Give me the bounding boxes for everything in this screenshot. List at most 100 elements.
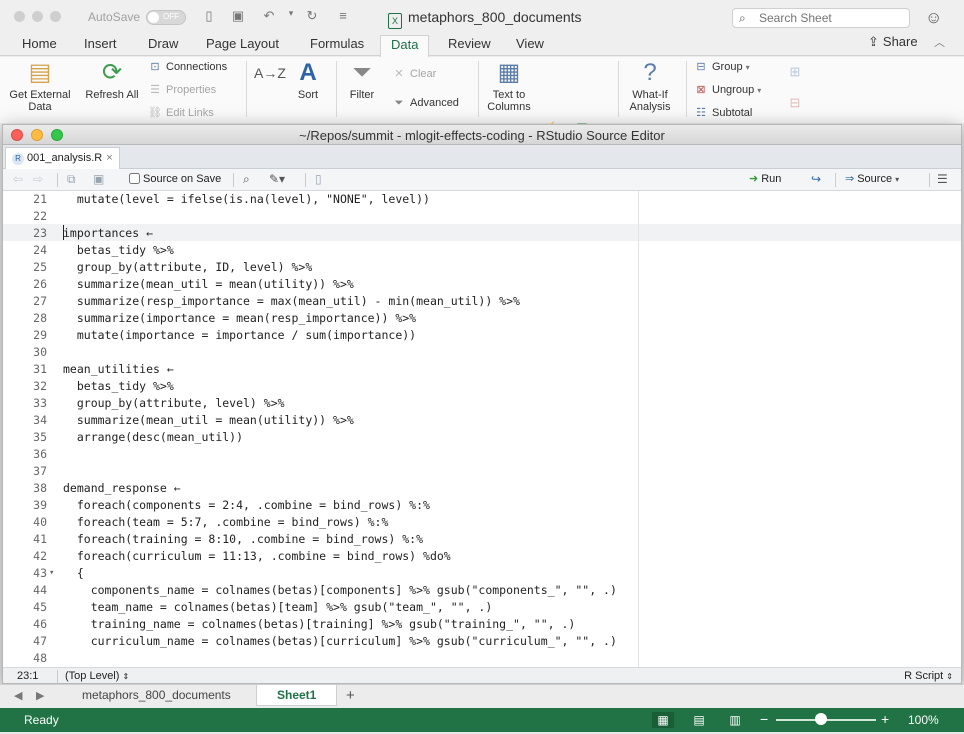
code-line[interactable]: 22 [3, 208, 961, 225]
refresh-all-button[interactable]: ⟳ Refresh All [84, 57, 140, 101]
code-line[interactable]: 31 mean_utilities ← [3, 361, 961, 378]
tab-insert[interactable]: Insert [74, 35, 127, 57]
code-line[interactable]: 34 summarize(mean_util = mean(utility)) … [3, 412, 961, 429]
autosave-toggle[interactable]: OFF [146, 10, 186, 25]
window-minimize-dot[interactable] [32, 11, 43, 22]
code-line[interactable]: 48 [3, 650, 961, 667]
sheet-tab-sheet1[interactable]: Sheet1 [256, 685, 338, 706]
zoom-in-button[interactable]: + [881, 711, 889, 727]
sheet-prev-icon[interactable]: ◀ [14, 689, 22, 702]
advanced-filter-button[interactable]: ⏷ Advanced [392, 97, 459, 110]
code-line[interactable]: 41 foreach(training = 8:10, .combine = b… [3, 531, 961, 548]
show-in-window-icon[interactable]: ⧉ [67, 172, 76, 187]
code-line[interactable]: 33 group_by(attribute, level) %>% [3, 395, 961, 412]
code-line[interactable]: 44 components_name = colnames(betas)[com… [3, 582, 961, 599]
document-outline-icon[interactable]: ☰ [937, 172, 948, 186]
sheet-tab-metaphors[interactable]: metaphors_800_documents [72, 685, 241, 706]
sheet-next-icon[interactable]: ▶ [36, 689, 44, 702]
customize-toolbar-icon[interactable]: ≡ [334, 8, 352, 24]
forward-arrow-icon[interactable]: ⇨ [33, 172, 43, 186]
normal-view-icon[interactable]: ▦ [652, 712, 674, 728]
code-line[interactable]: 43 ▾ { [3, 565, 961, 582]
save-file-icon[interactable]: ▣ [93, 172, 104, 186]
code-line[interactable]: 47 curriculum_name = colnames(betas)[cur… [3, 633, 961, 650]
code-line[interactable]: 37 [3, 463, 961, 480]
code-tools-wand-icon[interactable]: ✎▾ [269, 172, 285, 186]
code-line[interactable]: 24 betas_tidy %>% [3, 242, 961, 259]
source-button[interactable]: ⇒ Source ▾ [845, 172, 899, 185]
page-break-view-icon[interactable]: ▥ [724, 712, 746, 728]
tab-page-layout[interactable]: Page Layout [196, 35, 289, 57]
share-button[interactable]: ⇪ Share [868, 34, 918, 50]
file-type-selector[interactable]: R Script ⇕ [904, 670, 953, 682]
code-line[interactable]: 29 mutate(importance = importance / sum(… [3, 327, 961, 344]
sort-button[interactable]: A Sort [288, 57, 328, 101]
code-line[interactable]: 28 summarize(importance = mean(resp_impo… [3, 310, 961, 327]
save-icon[interactable]: ▣ [229, 8, 247, 24]
connections-button[interactable]: ⊡ Connections [148, 60, 227, 73]
feedback-smiley-icon[interactable]: ☺ [925, 8, 942, 28]
collapse-ribbon-icon[interactable]: ︿ [934, 34, 945, 50]
window-close-dot[interactable] [14, 11, 25, 22]
source-dropdown-icon[interactable]: ▾ [895, 175, 899, 184]
ungroup-button[interactable]: ⊠ Ungroup ▾ [694, 83, 761, 96]
code-line[interactable]: 21 mutate(level = ifelse(is.na(level), "… [3, 191, 961, 208]
rerun-icon[interactable]: ↪ [811, 172, 821, 186]
tab-view[interactable]: View [506, 35, 554, 57]
run-button[interactable]: ➜ Run [749, 172, 781, 185]
code-line[interactable]: 36 [3, 446, 961, 463]
edit-links-button[interactable]: ⛓ Edit Links [148, 106, 214, 119]
undo-icon[interactable]: ↶ [260, 8, 278, 24]
sidebar-toggle-icon[interactable]: ▯ [200, 8, 218, 24]
properties-button[interactable]: ☰ Properties [148, 83, 216, 96]
zoom-slider-knob[interactable] [815, 713, 827, 725]
get-external-data-button[interactable]: ▤ Get External Data [6, 57, 74, 113]
subtotal-button[interactable]: ☷ Subtotal [694, 106, 752, 119]
redo-icon[interactable]: ↻ [303, 8, 321, 24]
tab-home[interactable]: Home [12, 35, 67, 57]
code-line[interactable]: 32 betas_tidy %>% [3, 378, 961, 395]
code-editor[interactable]: 21 mutate(level = ifelse(is.na(level), "… [3, 191, 961, 667]
what-if-analysis-button[interactable]: ? What-If Analysis [624, 57, 676, 113]
find-replace-icon[interactable]: ⌕ [243, 172, 250, 187]
add-sheet-button[interactable]: + [346, 687, 355, 704]
source-on-save-option[interactable]: Source on Save [129, 173, 221, 185]
window-zoom-dot[interactable] [50, 11, 61, 22]
code-line[interactable]: 30 [3, 344, 961, 361]
undo-dropdown-icon[interactable]: ▾ [282, 8, 300, 24]
text-to-columns-button[interactable]: ▦ Text to Columns [484, 57, 534, 113]
code-line[interactable]: 46 training_name = colnames(betas)[train… [3, 616, 961, 633]
code-line[interactable]: 27 summarize(resp_importance = max(mean_… [3, 293, 961, 310]
group-button[interactable]: ⊟ Group ▾ [694, 60, 749, 73]
sort-az-button[interactable]: A→Z [254, 57, 286, 89]
code-line[interactable]: 35 arrange(desc(mean_util)) [3, 429, 961, 446]
code-line[interactable]: 40 foreach(team = 5:7, .combine = bind_r… [3, 514, 961, 531]
page-layout-view-icon[interactable]: ▤ [688, 712, 710, 728]
search-sheet-box[interactable]: ⌕ [732, 8, 910, 28]
code-line[interactable]: 23 importances ← [3, 225, 961, 242]
search-sheet-input[interactable] [759, 11, 904, 25]
code-line[interactable]: 38 demand_response ← [3, 480, 961, 497]
tab-001-analysis[interactable]: R 001_analysis.R × [5, 147, 120, 169]
code-line[interactable]: 42 foreach(curriculum = 11:13, .combine … [3, 548, 961, 565]
filter-button[interactable]: ⏷ Filter [342, 57, 382, 101]
close-tab-icon[interactable]: × [106, 152, 112, 164]
tab-draw[interactable]: Draw [138, 35, 188, 57]
code-line[interactable]: 25 group_by(attribute, ID, level) %>% [3, 259, 961, 276]
code-line[interactable]: 26 summarize(mean_util = mean(utility)) … [3, 276, 961, 293]
hide-detail-icon[interactable]: ⊟ [786, 95, 804, 111]
show-detail-icon[interactable]: ⊞ [786, 64, 804, 80]
source-on-save-checkbox[interactable] [129, 173, 140, 184]
clear-filter-button[interactable]: ✕ Clear [392, 67, 436, 80]
code-line[interactable]: 39 foreach(components = 2:4, .combine = … [3, 497, 961, 514]
code-text: foreach(training = 8:10, .combine = bind… [63, 532, 424, 546]
code-line[interactable]: 45 team_name = colnames(betas)[team] %>%… [3, 599, 961, 616]
tab-review[interactable]: Review [438, 35, 501, 57]
compile-report-icon[interactable]: ▯ [315, 172, 322, 186]
fold-toggle-icon[interactable]: ▾ [49, 565, 54, 582]
back-arrow-icon[interactable]: ⇦ [13, 172, 23, 186]
tab-formulas[interactable]: Formulas [300, 35, 374, 57]
tab-data[interactable]: Data [380, 35, 430, 57]
zoom-out-button[interactable]: − [760, 711, 768, 727]
scope-selector[interactable]: (Top Level) ⇕ [65, 670, 129, 682]
